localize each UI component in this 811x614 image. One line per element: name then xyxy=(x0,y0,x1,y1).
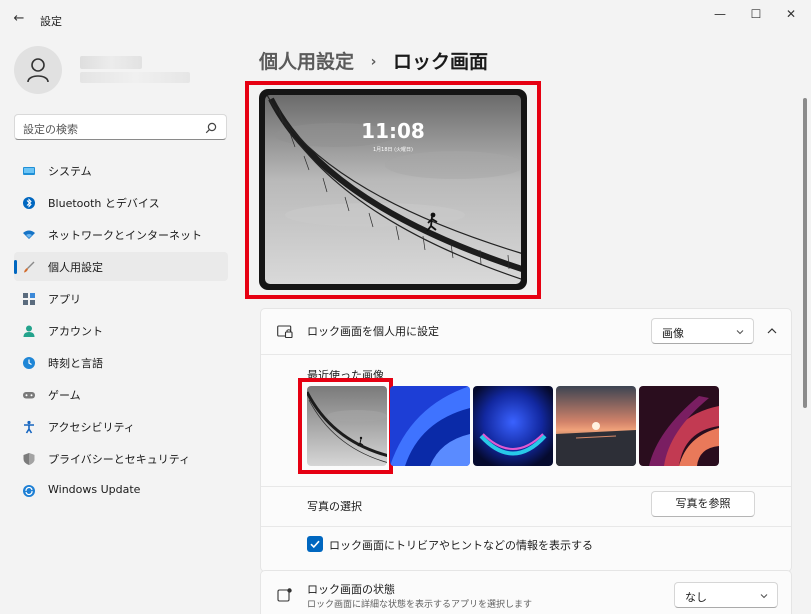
apps-icon xyxy=(23,293,35,305)
divider xyxy=(261,354,791,355)
sidebar-item-system[interactable]: システム xyxy=(14,156,228,185)
system-icon xyxy=(23,167,35,175)
title-bar: ← 設定 — ☐ ✕ xyxy=(0,0,811,38)
highlight-box-selected-image xyxy=(298,378,393,474)
divider xyxy=(261,486,791,487)
chevron-up-icon[interactable] xyxy=(766,326,778,336)
search-icon xyxy=(205,122,217,134)
sidebar-item-time-language[interactable]: 時刻と言語 xyxy=(14,348,228,377)
lock-screen-preview: 11:08 1月18日 (火曜日) xyxy=(259,89,527,290)
close-button[interactable]: ✕ xyxy=(775,4,807,24)
trivia-checkbox[interactable] xyxy=(307,536,323,552)
sidebar-item-gaming[interactable]: ゲーム xyxy=(14,380,228,409)
status-description: ロック画面に詳細な状態を表示するアプリを選択します xyxy=(307,600,533,610)
sidebar-item-accessibility[interactable]: アクセシビリティ xyxy=(14,412,228,441)
blue-bloom-thumbnail xyxy=(390,386,470,466)
checkmark-icon xyxy=(310,540,320,549)
breadcrumb-separator: › xyxy=(370,54,377,70)
sidebar-item-apps[interactable]: アプリ xyxy=(14,284,228,313)
avatar[interactable] xyxy=(14,46,62,94)
settings-search-input[interactable]: 設定の検索 xyxy=(14,114,227,140)
person-icon xyxy=(27,58,49,83)
lock-screen-preview-image: 11:08 1月18日 (火曜日) xyxy=(265,95,521,284)
sidebar-item-label: アカウント xyxy=(48,325,103,338)
preview-time: 11:08 xyxy=(361,119,425,143)
preview-date: 1月18日 (火曜日) xyxy=(372,147,414,153)
breadcrumb: 個人用設定 › ロック画面 xyxy=(259,47,488,74)
sidebar-item-accounts[interactable]: アカウント xyxy=(14,316,228,345)
accounts-icon xyxy=(23,325,35,337)
dropdown-value: なし xyxy=(685,591,707,604)
sunset-thumbnail xyxy=(556,386,636,466)
network-icon xyxy=(23,230,35,239)
user-email-redacted xyxy=(80,72,190,83)
sidebar-item-windows-update[interactable]: Windows Update xyxy=(14,476,228,505)
lock-screen-icon xyxy=(277,325,293,339)
accessibility-icon xyxy=(24,420,34,434)
sidebar-item-personalization[interactable]: 個人用設定 xyxy=(14,252,228,281)
privacy-shield-icon xyxy=(23,453,35,465)
bluetooth-icon xyxy=(23,197,35,209)
minimize-button[interactable]: — xyxy=(704,4,736,24)
sidebar-item-label: Bluetooth とデバイス xyxy=(48,197,160,210)
sidebar-item-label: 個人用設定 xyxy=(48,261,103,274)
trivia-label: ロック画面にトリビアやヒントなどの情報を表示する xyxy=(329,539,593,552)
windows-update-icon xyxy=(23,485,35,497)
page-title: ロック画面 xyxy=(393,51,489,73)
browse-photos-button[interactable]: 写真を参照 xyxy=(651,491,755,517)
personalization-icon xyxy=(24,261,35,273)
sidebar-item-label: システム xyxy=(48,165,92,178)
chevron-down-icon xyxy=(760,594,768,599)
status-app-dropdown[interactable]: なし xyxy=(674,582,778,608)
lock-screen-status-card: ロック画面の状態 ロック画面に詳細な状態を表示するアプリを選択します なし xyxy=(260,570,792,614)
gaming-icon xyxy=(23,392,35,399)
user-name-redacted xyxy=(80,56,142,69)
divider xyxy=(261,526,791,527)
sidebar-item-label: アクセシビリティ xyxy=(48,421,135,434)
chevron-down-icon xyxy=(736,330,744,335)
breadcrumb-parent[interactable]: 個人用設定 xyxy=(259,51,354,73)
search-placeholder: 設定の検索 xyxy=(23,123,78,136)
sidebar-item-label: プライバシーとセキュリティ xyxy=(48,453,191,466)
sidebar-item-label: アプリ xyxy=(48,293,81,306)
scrollbar-thumb[interactable] xyxy=(803,98,807,408)
status-app-icon xyxy=(277,588,292,602)
glow-bowl-thumbnail xyxy=(473,386,553,466)
sidebar-item-label: ネットワークとインターネット xyxy=(48,229,202,242)
recent-image-sunset[interactable] xyxy=(556,386,636,466)
recent-image-glow-bowl[interactable] xyxy=(473,386,553,466)
recent-image-ribbon[interactable] xyxy=(639,386,719,466)
back-button[interactable]: ← xyxy=(11,11,27,27)
time-language-icon xyxy=(23,357,35,369)
dropdown-value: 画像 xyxy=(662,327,684,340)
app-title: 設定 xyxy=(40,15,62,28)
personalize-label: ロック画面を個人用に設定 xyxy=(307,325,439,338)
sidebar-item-label: ゲーム xyxy=(48,389,81,402)
maximize-button[interactable]: ☐ xyxy=(740,4,772,24)
recent-image-blue-bloom[interactable] xyxy=(390,386,470,466)
sidebar-item-label: 時刻と言語 xyxy=(48,357,103,370)
ribbon-thumbnail xyxy=(639,386,719,466)
status-label: ロック画面の状態 xyxy=(307,583,395,596)
background-type-dropdown[interactable]: 画像 xyxy=(651,318,754,344)
sidebar-item-bluetooth[interactable]: Bluetooth とデバイス xyxy=(14,188,228,217)
sidebar-item-network[interactable]: ネットワークとインターネット xyxy=(14,220,228,249)
sidebar-item-label: Windows Update xyxy=(48,483,141,496)
photo-select-label: 写真の選択 xyxy=(307,500,362,513)
sidebar-item-privacy[interactable]: プライバシーとセキュリティ xyxy=(14,444,228,473)
